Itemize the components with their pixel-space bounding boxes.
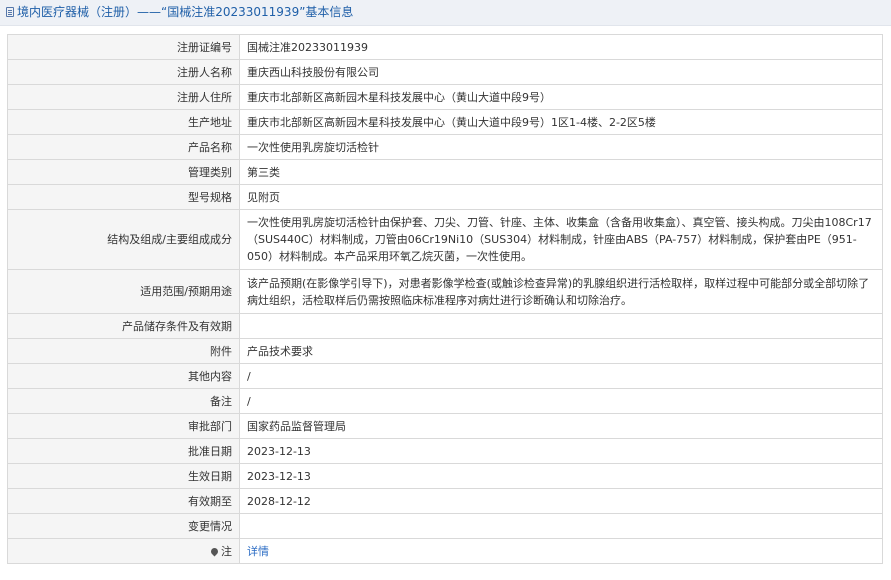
row-value: 一次性使用乳房旋切活检针 xyxy=(239,134,883,160)
row-value: / xyxy=(239,363,883,389)
row-value xyxy=(239,313,883,339)
table-row: 适用范围/预期用途 该产品预期(在影像学引导下)，对患者影像学检查(或触诊检查异… xyxy=(7,269,883,314)
row-label: 产品储存条件及有效期 xyxy=(7,313,240,339)
table-row: 生产地址 重庆市北部新区高新园木星科技发展中心（黄山大道中段9号）1区1-4楼、… xyxy=(7,109,883,135)
info-table: 注册证编号 国械注准20233011939 注册人名称 重庆西山科技股份有限公司… xyxy=(7,34,883,564)
note-label: 注 xyxy=(7,538,240,564)
row-value: 详情 xyxy=(239,538,883,564)
row-value: 见附页 xyxy=(239,184,883,210)
row-label: 附件 xyxy=(7,338,240,364)
table-row: 附件 产品技术要求 xyxy=(7,338,883,364)
table-row: 结构及组成/主要组成成分 一次性使用乳房旋切活检针由保护套、刀尖、刀管、针座、主… xyxy=(7,209,883,270)
table-row: 管理类别 第三类 xyxy=(7,159,883,185)
table-row: 产品储存条件及有效期 xyxy=(7,313,883,339)
row-value: / xyxy=(239,388,883,414)
row-value: 国械注准20233011939 xyxy=(239,34,883,60)
row-value: 产品技术要求 xyxy=(239,338,883,364)
table-row: 变更情况 xyxy=(7,513,883,539)
table-row: 产品名称 一次性使用乳房旋切活检针 xyxy=(7,134,883,160)
row-value: 重庆西山科技股份有限公司 xyxy=(239,59,883,85)
row-value: 第三类 xyxy=(239,159,883,185)
row-value: 2028-12-12 xyxy=(239,488,883,514)
row-label: 生效日期 xyxy=(7,463,240,489)
row-label: 批准日期 xyxy=(7,438,240,464)
row-value: 该产品预期(在影像学引导下)，对患者影像学检查(或触诊检查异常)的乳腺组织进行活… xyxy=(239,269,883,314)
details-link[interactable]: 详情 xyxy=(247,545,269,558)
row-label: 型号规格 xyxy=(7,184,240,210)
row-label: 有效期至 xyxy=(7,488,240,514)
row-value: 重庆市北部新区高新园木星科技发展中心（黄山大道中段9号） xyxy=(239,84,883,110)
row-label: 注册证编号 xyxy=(7,34,240,60)
table-row: 型号规格 见附页 xyxy=(7,184,883,210)
page-title: 境内医疗器械（注册）——“国械注准20233011939”基本信息 xyxy=(17,5,354,19)
pin-icon xyxy=(209,546,220,556)
row-value: 2023-12-13 xyxy=(239,463,883,489)
row-label: 产品名称 xyxy=(7,134,240,160)
row-value: 2023-12-13 xyxy=(239,438,883,464)
row-value: 国家药品监督管理局 xyxy=(239,413,883,439)
table-row: 注册人名称 重庆西山科技股份有限公司 xyxy=(7,59,883,85)
row-label: 注册人名称 xyxy=(7,59,240,85)
table-row: 注 详情 xyxy=(7,538,883,564)
table-row: 有效期至 2028-12-12 xyxy=(7,488,883,514)
table-row: 备注 / xyxy=(7,388,883,414)
row-label: 适用范围/预期用途 xyxy=(7,269,240,314)
row-label: 管理类别 xyxy=(7,159,240,185)
table-row: 注册人住所 重庆市北部新区高新园木星科技发展中心（黄山大道中段9号） xyxy=(7,84,883,110)
row-label: 其他内容 xyxy=(7,363,240,389)
row-label: 变更情况 xyxy=(7,513,240,539)
row-value: 重庆市北部新区高新园木星科技发展中心（黄山大道中段9号）1区1-4楼、2-2区5… xyxy=(239,109,883,135)
row-label: 结构及组成/主要组成成分 xyxy=(7,209,240,270)
table-row: 注册证编号 国械注准20233011939 xyxy=(7,34,883,60)
row-label: 备注 xyxy=(7,388,240,414)
row-label: 生产地址 xyxy=(7,109,240,135)
row-label: 注册人住所 xyxy=(7,84,240,110)
table-row: 生效日期 2023-12-13 xyxy=(7,463,883,489)
page-header: 境内医疗器械（注册）——“国械注准20233011939”基本信息 xyxy=(0,0,891,26)
document-icon xyxy=(6,7,14,17)
row-label: 注 xyxy=(221,544,232,558)
row-value xyxy=(239,513,883,539)
table-row: 批准日期 2023-12-13 xyxy=(7,438,883,464)
row-value: 一次性使用乳房旋切活检针由保护套、刀尖、刀管、针座、主体、收集盒（含备用收集盒）… xyxy=(239,209,883,270)
table-row: 审批部门 国家药品监督管理局 xyxy=(7,413,883,439)
row-label: 审批部门 xyxy=(7,413,240,439)
table-row: 其他内容 / xyxy=(7,363,883,389)
